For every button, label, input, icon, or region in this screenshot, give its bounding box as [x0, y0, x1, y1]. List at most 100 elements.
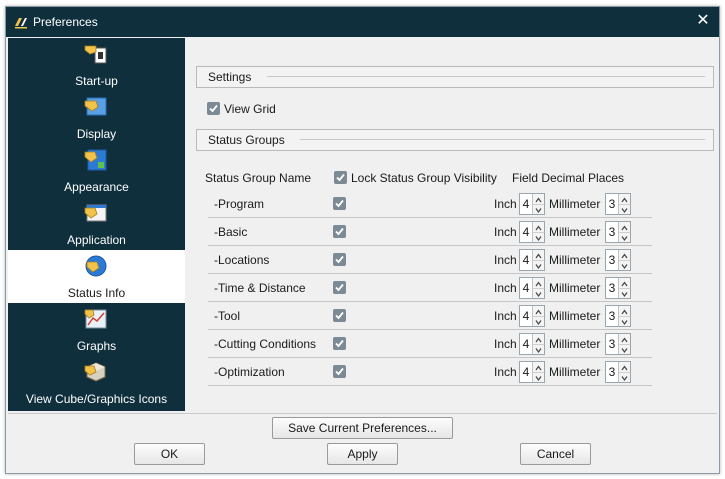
inch-decimal-spinner[interactable]: 4 [519, 277, 545, 299]
spinner-buttons [618, 334, 630, 354]
inch-decimal-spinner[interactable]: 4 [519, 361, 545, 383]
inch-decimal-spinner[interactable]: 4 [519, 305, 545, 327]
status-group-name-header: Status Group Name [205, 171, 312, 185]
lock-visibility-checkbox[interactable] [334, 171, 347, 184]
status-group-visible-checkbox[interactable] [333, 365, 346, 378]
millimeter-decimal-value[interactable]: 3 [607, 309, 617, 323]
spinner-buttons [618, 278, 630, 298]
status-groups-title: Status Groups [208, 133, 285, 147]
millimeter-decimal-value[interactable]: 3 [607, 281, 617, 295]
inch-decimal-value[interactable]: 4 [521, 281, 531, 295]
spin-down-icon[interactable] [533, 260, 544, 270]
inch-decimal-value[interactable]: 4 [521, 197, 531, 211]
inch-decimal-value[interactable]: 4 [521, 225, 531, 239]
sidebar-item-display[interactable]: Display [8, 91, 185, 144]
view-grid-checkbox[interactable] [207, 102, 220, 115]
sidebar-item-application[interactable]: Application [8, 197, 185, 250]
millimeter-decimal-value[interactable]: 3 [607, 225, 617, 239]
millimeter-label: Millimeter [549, 253, 601, 267]
inch-label: Inch [494, 281, 517, 295]
status-info-panel: Settings View Grid Status Groups Status … [188, 38, 717, 411]
status-group-visible-checkbox[interactable] [333, 253, 346, 266]
spin-down-icon[interactable] [619, 260, 630, 270]
millimeter-decimal-value[interactable]: 3 [607, 253, 617, 267]
spin-down-icon[interactable] [533, 344, 544, 354]
spin-down-icon[interactable] [619, 204, 630, 214]
spinner-buttons [618, 250, 630, 270]
spin-down-icon[interactable] [533, 372, 544, 382]
spinner-buttons [532, 334, 544, 354]
millimeter-decimal-spinner[interactable]: 3 [605, 221, 631, 243]
inch-decimal-value[interactable]: 4 [521, 337, 531, 351]
status-group-name: -Locations [214, 253, 270, 267]
spin-down-icon[interactable] [533, 288, 544, 298]
spin-down-icon[interactable] [533, 204, 544, 214]
inch-decimal-value[interactable]: 4 [521, 365, 531, 379]
millimeter-decimal-spinner[interactable]: 3 [605, 277, 631, 299]
spinner-buttons [618, 362, 630, 382]
sidebar-item-status-info[interactable]: Status Info [8, 250, 185, 303]
inch-label: Inch [494, 197, 517, 211]
millimeter-label: Millimeter [549, 365, 601, 379]
inch-decimal-spinner[interactable]: 4 [519, 221, 545, 243]
inch-decimal-spinner[interactable]: 4 [519, 249, 545, 271]
sidebar-item-label: View Cube/Graphics Icons [25, 392, 168, 406]
inch-decimal-spinner[interactable]: 4 [519, 333, 545, 355]
display-icon [84, 97, 107, 116]
title-bar[interactable]: Preferences ✕ [6, 7, 719, 37]
millimeter-decimal-value[interactable]: 3 [607, 365, 617, 379]
graphs-icon [84, 309, 107, 329]
sidebar-item-appearance[interactable]: Appearance [8, 144, 185, 197]
millimeter-label: Millimeter [549, 337, 601, 351]
millimeter-decimal-spinner[interactable]: 3 [605, 305, 631, 327]
status-group-name: -Time & Distance [214, 281, 306, 295]
spinner-buttons [618, 222, 630, 242]
inch-decimal-value[interactable]: 4 [521, 253, 531, 267]
millimeter-decimal-spinner[interactable]: 3 [605, 193, 631, 215]
group-divider [267, 76, 705, 77]
spin-down-icon[interactable] [619, 372, 630, 382]
status-group-row: -Locations Inch 4 Millimeter 3 [208, 246, 652, 274]
view-grid-label[interactable]: View Grid [224, 102, 276, 116]
status-group-row: -Optimization Inch 4 Millimeter 3 [208, 358, 652, 386]
save-preferences-button[interactable]: Save Current Preferences... [272, 417, 453, 439]
cancel-button[interactable]: Cancel [520, 443, 591, 465]
ok-button[interactable]: OK [134, 443, 205, 465]
spin-down-icon[interactable] [533, 232, 544, 242]
status-group-visible-checkbox[interactable] [333, 225, 346, 238]
sidebar-item-graphs[interactable]: Graphs [8, 303, 185, 356]
spin-down-icon[interactable] [619, 288, 630, 298]
sidebar-item-label: Appearance [64, 180, 129, 194]
spin-down-icon[interactable] [619, 232, 630, 242]
spinner-buttons [532, 194, 544, 214]
inch-decimal-spinner[interactable]: 4 [519, 193, 545, 215]
spin-down-icon[interactable] [619, 344, 630, 354]
status-group-name: -Tool [214, 309, 241, 323]
inch-decimal-value[interactable]: 4 [521, 309, 531, 323]
spin-down-icon[interactable] [533, 316, 544, 326]
settings-group-header: Settings [196, 66, 714, 88]
spin-down-icon[interactable] [619, 316, 630, 326]
sidebar-item-view-cube[interactable]: View Cube/Graphics Icons [8, 356, 185, 409]
status-group-visible-checkbox[interactable] [333, 337, 346, 350]
sidebar-item-label: Graphs [76, 339, 117, 353]
sidebar-item-label: Start-up [75, 74, 118, 88]
status-group-visible-checkbox[interactable] [333, 309, 346, 322]
status-group-name: -Cutting Conditions [214, 337, 317, 351]
group-divider [300, 139, 705, 140]
millimeter-decimal-spinner[interactable]: 3 [605, 333, 631, 355]
apply-button[interactable]: Apply [327, 443, 398, 465]
status-group-visible-checkbox[interactable] [333, 197, 346, 210]
close-icon[interactable]: ✕ [695, 13, 711, 29]
status-group-visible-checkbox[interactable] [333, 281, 346, 294]
lock-visibility-label[interactable]: Lock Status Group Visibility [351, 171, 497, 185]
status-info-icon [85, 255, 107, 277]
millimeter-decimal-spinner[interactable]: 3 [605, 361, 631, 383]
spinner-buttons [532, 306, 544, 326]
millimeter-decimal-spinner[interactable]: 3 [605, 249, 631, 271]
millimeter-decimal-value[interactable]: 3 [607, 197, 617, 211]
millimeter-decimal-value[interactable]: 3 [607, 337, 617, 351]
preferences-sidebar: Start-up Display Appearance Application … [8, 38, 185, 411]
app-logo-icon [13, 14, 29, 30]
sidebar-item-startup[interactable]: Start-up [8, 38, 185, 91]
